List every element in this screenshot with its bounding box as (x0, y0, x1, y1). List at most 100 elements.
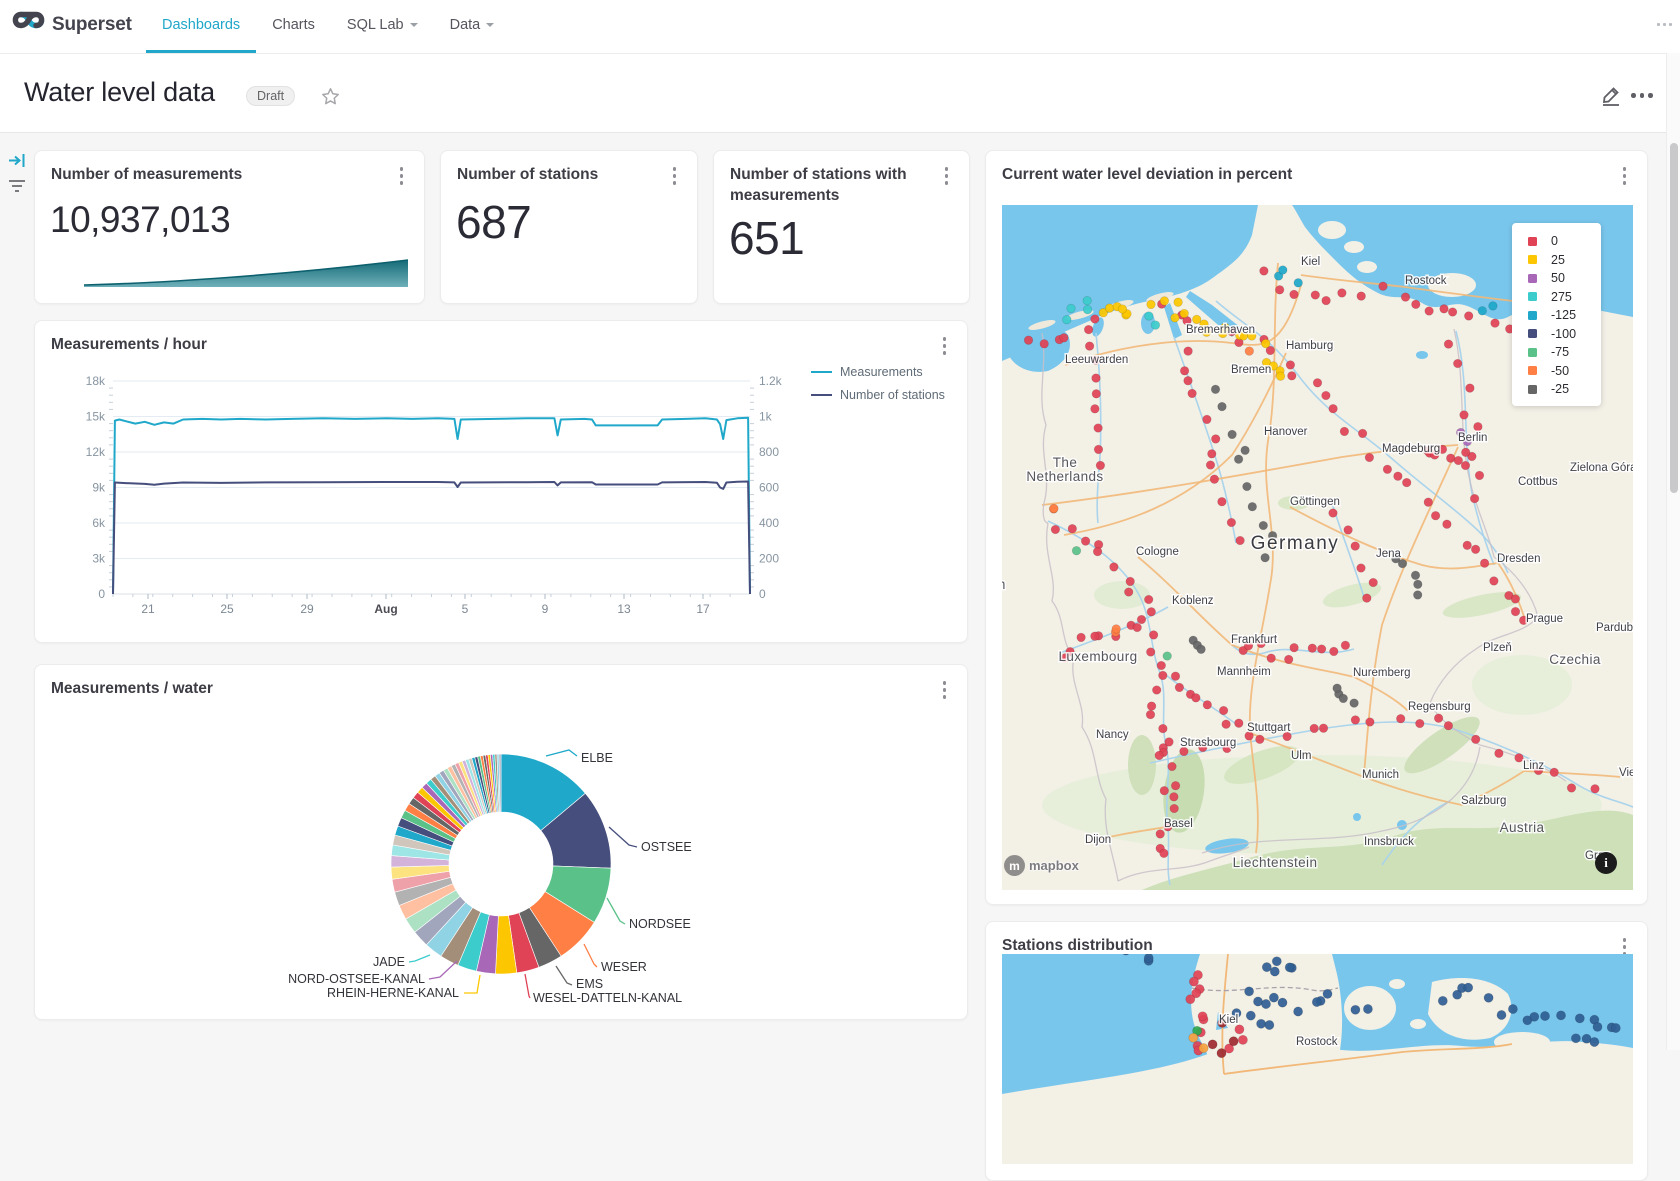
expand-filter-panel-icon[interactable] (8, 152, 26, 174)
legend-item-measurements[interactable]: Measurements (811, 365, 945, 379)
x-axis-tick: 25 (220, 602, 234, 616)
y2-axis-tick: 800 (759, 445, 779, 459)
more-actions-icon[interactable] (1631, 93, 1653, 98)
station-dot (1310, 724, 1319, 733)
station-dot (1091, 315, 1100, 324)
station-dot (1350, 699, 1359, 708)
map-label-strasbourg: Strasbourg (1180, 737, 1236, 749)
map-label-koblenz: Koblenz (1172, 595, 1214, 607)
station-dot (1511, 607, 1520, 616)
map-label-prague: Prague (1526, 613, 1563, 625)
station-dot (1261, 999, 1270, 1008)
donut-chart[interactable]: ELBEOSTSEENORDSEEWESEREMSWESEL-DATTELN-K… (35, 665, 969, 1021)
x-axis-tick: Aug (374, 602, 397, 616)
legend-swatch (1528, 274, 1537, 283)
map-legend-item--75[interactable]: -75 (1512, 343, 1601, 362)
donut-label: WESER (601, 960, 647, 974)
navbar-overflow-dots[interactable] (1657, 23, 1672, 26)
card-number-of-measurements: Number of measurements 10,937,013 (34, 150, 425, 304)
map-label-munich: Munich (1362, 769, 1399, 781)
mapbox-logo[interactable]: m mapbox (1004, 855, 1079, 876)
station-dot (1478, 307, 1487, 316)
station-dot (1575, 1014, 1584, 1023)
station-dot (1147, 300, 1156, 309)
station-dot (1466, 384, 1475, 393)
donut-label: RHEIN-HERNE-KANAL (327, 986, 459, 1000)
scrollbar-track[interactable] (1666, 53, 1680, 1050)
nav-item-charts[interactable]: Charts (256, 0, 331, 53)
station-dot (1040, 340, 1049, 349)
station-dot (1591, 785, 1600, 794)
map-viewport[interactable]: KielRostock (1002, 954, 1633, 1164)
filter-icon[interactable] (8, 178, 26, 199)
donut-label: ELBE (581, 751, 613, 765)
station-dot (1471, 545, 1480, 554)
x-axis-tick: 29 (300, 602, 314, 616)
chevron-down-icon (486, 23, 494, 27)
map-label-cologne: Cologne (1136, 546, 1179, 558)
station-dot (1199, 1044, 1208, 1053)
station-dot (1060, 334, 1069, 343)
legend-swatch (1528, 292, 1537, 301)
map-legend-item-25[interactable]: 25 (1512, 251, 1601, 270)
station-dot (1092, 390, 1101, 399)
station-dot (1238, 1035, 1247, 1044)
station-dot (1288, 372, 1297, 381)
scrollbar-thumb[interactable] (1670, 143, 1678, 493)
station-dot (1590, 1037, 1599, 1046)
station-dot (1394, 472, 1403, 481)
station-dot (1308, 644, 1317, 653)
station-dot (1218, 497, 1227, 506)
edit-pencil-icon[interactable] (1599, 83, 1623, 112)
station-dot (1159, 724, 1168, 733)
map-legend-item--50[interactable]: -50 (1512, 362, 1601, 381)
station-dot (1383, 465, 1392, 474)
map-info-icon[interactable]: i (1595, 852, 1617, 874)
chevron-down-icon (410, 23, 418, 27)
y-axis-tick: 3k (92, 552, 106, 566)
station-dot (1358, 429, 1367, 438)
station-dot (1160, 297, 1169, 306)
map-label-göttingen: Göttingen (1290, 496, 1340, 508)
map-label-liechtenstein: Liechtenstein (1233, 855, 1318, 870)
station-dot (1357, 292, 1366, 301)
station-dot (1398, 559, 1407, 568)
station-dot (1402, 478, 1411, 487)
map-label-belgium: Belgium (1002, 577, 1006, 592)
map-legend-item--25[interactable]: -25 (1512, 380, 1601, 399)
station-dot (1443, 520, 1452, 529)
map-legend-item-275[interactable]: 275 (1512, 288, 1601, 307)
nav-item-dashboards[interactable]: Dashboards (146, 0, 256, 53)
map-label-stuttgart: Stuttgart (1247, 722, 1291, 734)
map-legend-item-50[interactable]: 50 (1512, 269, 1601, 288)
map-label-ulm: Ulm (1291, 750, 1311, 762)
map-label-jena: Jena (1376, 548, 1402, 560)
station-dot (1203, 415, 1212, 424)
superset-brand[interactable]: Superset (12, 11, 132, 38)
station-dot (1416, 719, 1425, 728)
kebab-menu-icon[interactable] (1621, 165, 1629, 190)
station-dot (1412, 300, 1421, 309)
map-legend-item--125[interactable]: -125 (1512, 306, 1601, 325)
y2-axis-tick: 600 (759, 481, 779, 495)
legend-item-number-of-stations[interactable]: Number of stations (811, 388, 945, 402)
station-dot (1133, 623, 1142, 632)
map-label-basel: Basel (1164, 818, 1193, 830)
map-legend-item--100[interactable]: -100 (1512, 325, 1601, 344)
nav-item-data[interactable]: Data (434, 0, 511, 53)
station-dot (1424, 498, 1433, 507)
station-dot (1157, 661, 1166, 670)
nav-item-sql-lab[interactable]: SQL Lab (331, 0, 434, 53)
favorite-star-icon[interactable] (320, 86, 341, 112)
kebab-menu-icon[interactable] (671, 165, 679, 190)
kebab-menu-icon[interactable] (398, 165, 406, 190)
station-dot (1425, 307, 1434, 316)
kebab-menu-icon[interactable] (943, 165, 951, 190)
station-dot (1210, 475, 1219, 484)
station-dot (1294, 279, 1303, 288)
map-legend-item-0[interactable]: 0 (1512, 232, 1601, 251)
station-dot (1311, 291, 1320, 300)
station-dot (1571, 1034, 1580, 1043)
card-measurements-per-hour: Measurements / hour 03k6k9k12k15k18k0200… (34, 320, 968, 643)
station-dot (1294, 1007, 1303, 1016)
